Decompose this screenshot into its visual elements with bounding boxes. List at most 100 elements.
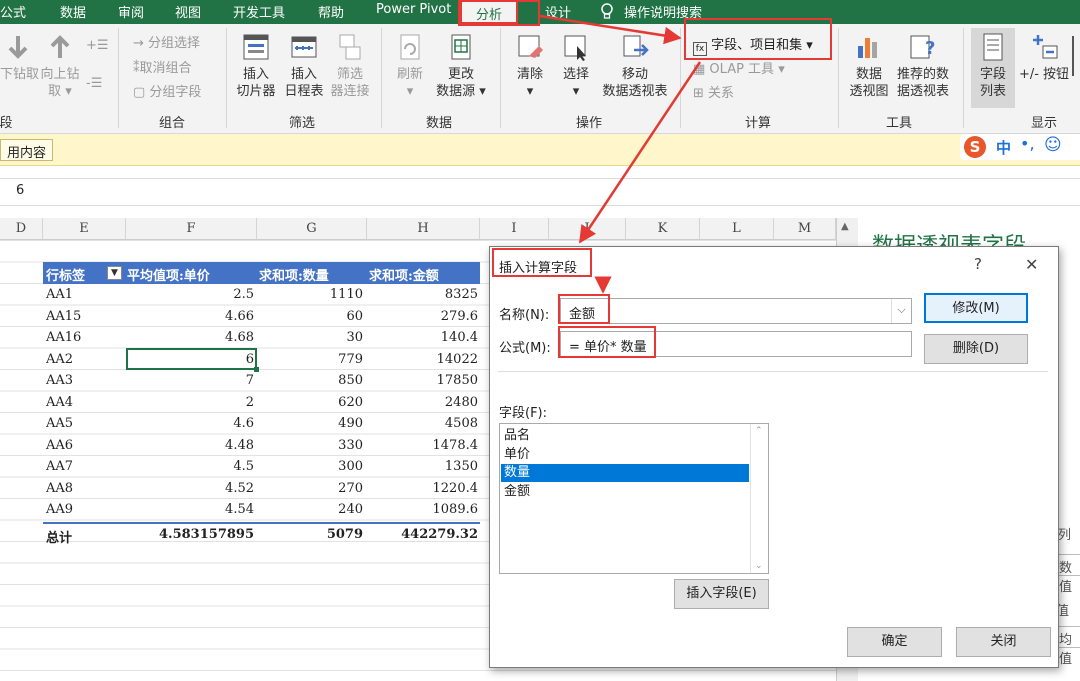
table-cell[interactable]: 240 — [338, 502, 363, 517]
delete-button[interactable]: 删除(D) — [924, 334, 1028, 364]
table-cell[interactable]: AA5 — [46, 416, 73, 431]
column-header[interactable]: D — [0, 218, 43, 240]
table-cell[interactable]: 620 — [338, 395, 363, 410]
list-item[interactable]: 金额 — [501, 483, 749, 501]
column-header[interactable]: G — [257, 218, 367, 240]
table-cell[interactable]: 30 — [346, 330, 363, 345]
table-cell[interactable]: 4508 — [445, 416, 478, 431]
tab-review[interactable]: 审阅 — [118, 2, 144, 21]
table-cell[interactable]: 17850 — [437, 373, 478, 388]
table-row[interactable]: AA15 4.66 60 279.6 — [43, 306, 480, 328]
scroll-up-icon[interactable]: ⌃ — [755, 426, 763, 436]
table-cell[interactable]: AA7 — [46, 459, 73, 474]
formula-input[interactable]: = 单价* 数量 — [560, 331, 912, 357]
formula-value[interactable]: 6 — [16, 183, 24, 198]
punctuation-icon[interactable]: •, — [1020, 134, 1035, 153]
table-row[interactable]: AA16 4.68 30 140.4 — [43, 327, 480, 349]
chevron-down-icon[interactable]: ⌵ — [891, 299, 911, 323]
tab-formulas[interactable]: 公式 — [0, 2, 26, 21]
group-selection-button[interactable]: → 分组选择 — [133, 32, 200, 51]
table-cell[interactable]: 7 — [246, 373, 254, 388]
table-row[interactable]: AA6 4.48 330 1478.4 — [43, 435, 480, 457]
table-cell[interactable]: 4.52 — [225, 481, 254, 496]
column-header[interactable]: I — [480, 218, 549, 240]
table-cell[interactable]: 60 — [346, 309, 363, 324]
field-list-button[interactable]: 字段 列表 — [971, 28, 1015, 108]
table-cell[interactable]: 779 — [338, 352, 363, 367]
ime-mode-chinese[interactable]: 中 — [996, 137, 1011, 158]
tab-developer[interactable]: 开发工具 — [233, 2, 285, 21]
relationships-button[interactable]: ⊞ 关系 — [693, 82, 734, 101]
close-icon[interactable]: ✕ — [1025, 255, 1038, 274]
modify-button[interactable]: 修改(M) — [924, 293, 1028, 323]
table-cell[interactable]: AA15 — [46, 309, 81, 324]
table-row[interactable]: AA1 2.5 1110 8325 — [43, 284, 480, 306]
table-cell[interactable]: AA3 — [46, 373, 73, 388]
active-cell[interactable] — [126, 348, 257, 370]
insert-timeline-button[interactable]: 插入 日程表 — [281, 32, 327, 100]
refresh-button[interactable]: 刷新 ▾ — [390, 32, 430, 100]
olap-tools-button[interactable]: ▦ OLAP 工具 ▾ — [693, 58, 785, 77]
table-cell[interactable]: 4.54 — [225, 502, 254, 517]
table-cell[interactable]: 1110 — [330, 287, 363, 302]
table-row[interactable]: AA2 6 779 14022 — [43, 349, 480, 371]
table-cell[interactable]: 1220.4 — [433, 481, 479, 496]
name-combobox[interactable]: 金额 ⌵ — [560, 298, 912, 324]
table-cell[interactable]: 330 — [338, 438, 363, 453]
tell-me-search[interactable]: 操作说明搜索 — [624, 2, 702, 21]
emoji-icon[interactable]: ☺ — [1044, 135, 1062, 155]
ok-button[interactable]: 确定 — [847, 627, 942, 657]
column-header[interactable]: L — [700, 218, 774, 240]
list-item[interactable]: 单价 — [501, 446, 749, 464]
table-cell[interactable]: 4.5 — [233, 459, 254, 474]
drill-up-button[interactable]: 向上钻 取 ▾ — [40, 32, 80, 100]
select-button[interactable]: 选择 ▾ — [554, 32, 598, 100]
move-pivottable-button[interactable]: 移动 数据透视表 — [598, 32, 672, 100]
table-cell[interactable]: 850 — [338, 373, 363, 388]
table-row[interactable]: AA8 4.52 270 1220.4 — [43, 478, 480, 500]
table-cell[interactable]: 270 — [338, 481, 363, 496]
table-cell[interactable]: AA1 — [46, 287, 73, 302]
fields-items-sets-button[interactable]: fx 字段、项目和集 ▾ — [693, 34, 813, 56]
tab-view[interactable]: 视图 — [175, 2, 201, 21]
table-cell[interactable]: 4.48 — [225, 438, 254, 453]
column-header[interactable]: H — [367, 218, 480, 240]
tab-analyze[interactable]: 分析 — [460, 0, 519, 24]
ime-toolbar[interactable]: S 中 •, ☺ — [960, 134, 1080, 160]
listbox-scrollbar[interactable]: ⌃ ⌄ — [750, 424, 768, 573]
table-cell[interactable]: 2 — [246, 395, 254, 410]
group-field-button[interactable]: ▢ 分组字段 — [133, 81, 201, 100]
list-item[interactable]: 品名 — [501, 427, 749, 445]
table-cell[interactable]: 300 — [338, 459, 363, 474]
formula-text[interactable]: = 单价* 数量 — [569, 336, 647, 355]
table-cell[interactable]: 279.6 — [441, 309, 478, 324]
table-cell[interactable]: AA16 — [46, 330, 81, 345]
recommended-pivottables-button[interactable]: ? 推荐的数 据透视表 — [893, 32, 953, 100]
insert-slicer-button[interactable]: 插入 切片器 — [233, 32, 279, 100]
table-cell[interactable]: 4.68 — [225, 330, 254, 345]
ungroup-button[interactable]: ⁑取消组合 — [133, 57, 192, 76]
tab-help[interactable]: 帮助 — [318, 2, 344, 21]
table-cell[interactable]: 4.66 — [225, 309, 254, 324]
scroll-up-icon[interactable]: ▲ — [841, 221, 849, 232]
table-cell[interactable]: AA8 — [46, 481, 73, 496]
table-cell[interactable]: 8325 — [445, 287, 478, 302]
expand-field-icon[interactable]: +☰ — [86, 38, 109, 53]
column-header[interactable]: E — [43, 218, 126, 240]
table-cell[interactable]: AA6 — [46, 438, 73, 453]
insert-field-button[interactable]: 插入字段(E) — [674, 579, 769, 609]
column-header[interactable]: F — [126, 218, 257, 240]
tab-power-pivot[interactable]: Power Pivot — [376, 2, 451, 17]
list-item[interactable]: 数量 — [501, 464, 749, 482]
change-data-source-button[interactable]: 更改 数据源 ▾ — [432, 32, 490, 100]
help-icon[interactable]: ? — [974, 255, 982, 273]
table-cell[interactable]: 2.5 — [233, 287, 254, 302]
close-button[interactable]: 关闭 — [956, 627, 1051, 657]
tab-data[interactable]: 数据 — [60, 2, 86, 21]
table-row[interactable]: AA9 4.54 240 1089.6 — [43, 499, 480, 521]
table-cell[interactable]: 490 — [338, 416, 363, 431]
table-cell[interactable]: 14022 — [437, 352, 478, 367]
filter-dropdown-icon[interactable]: ▼ — [107, 266, 122, 280]
table-cell[interactable]: 4.6 — [233, 416, 254, 431]
table-cell[interactable]: 2480 — [445, 395, 478, 410]
